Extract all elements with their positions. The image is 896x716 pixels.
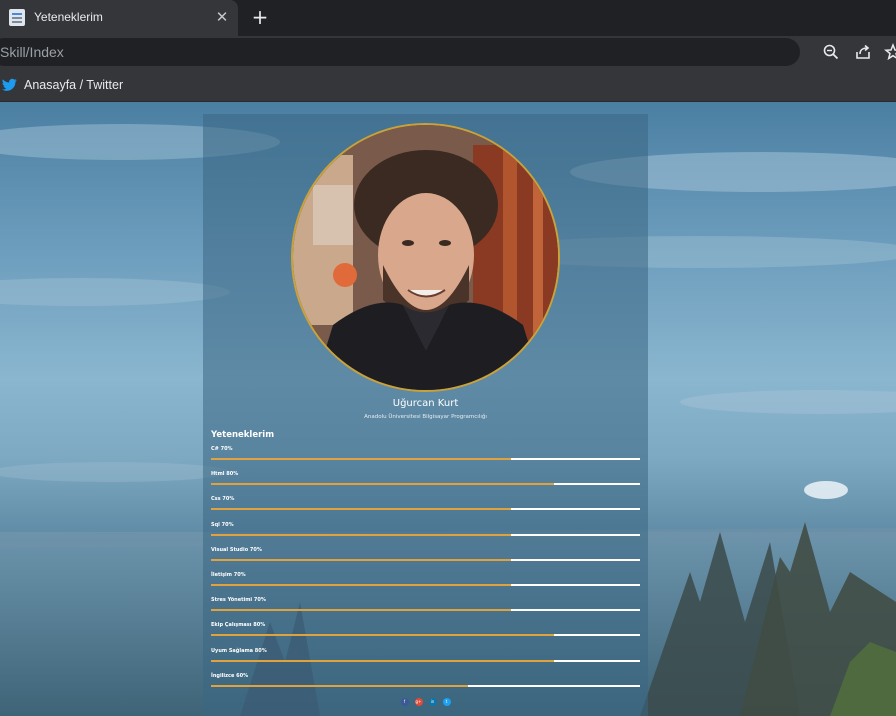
skill-progress-bar xyxy=(211,533,640,536)
skill-progress-fill xyxy=(211,583,512,586)
skill-item: Sql 70% xyxy=(211,522,640,547)
skill-item: Css 70% xyxy=(211,496,640,521)
skill-label: Css 70% xyxy=(211,496,235,503)
skill-label: C# 70% xyxy=(211,446,233,452)
skill-label: Uyum Sağlama 80% xyxy=(211,647,267,654)
skill-progress-fill xyxy=(211,634,555,637)
skill-progress-bar xyxy=(211,684,640,687)
page-favicon-icon xyxy=(9,9,25,26)
skill-progress-bar xyxy=(211,508,640,511)
page-viewport: Uğurcan Kurt Anadolu Üniversitesi Bilgis… xyxy=(0,102,896,716)
skill-progress-fill xyxy=(211,483,555,486)
skill-progress-bar xyxy=(211,558,640,561)
bookmark-label: Anasayfa / Twitter xyxy=(24,78,124,92)
skill-item: C# 70% xyxy=(211,446,640,471)
address-bar[interactable]: Skill/Index xyxy=(0,38,800,66)
new-tab-icon[interactable]: + xyxy=(250,5,270,29)
profile-photo xyxy=(291,123,560,392)
skill-label: İletişim 70% xyxy=(211,571,246,578)
skill-label: Visual Studio 70% xyxy=(211,546,262,553)
skill-progress-fill xyxy=(211,558,512,561)
skill-progress-fill xyxy=(211,508,512,511)
skill-item: Html 80% xyxy=(211,471,640,496)
twitter-icon[interactable]: t xyxy=(442,698,451,706)
skill-progress-fill xyxy=(211,684,469,687)
skills-list: C# 70% Html 80% Css 70% Sql 70% Visual Studi… xyxy=(211,446,640,698)
skill-progress-fill xyxy=(211,609,512,612)
skill-item: Stres Yönetimi 70% xyxy=(211,597,640,622)
skill-item: İngilizce 60% xyxy=(211,673,640,698)
skill-progress-fill xyxy=(211,533,512,536)
browser-toolbar: Skill/Index xyxy=(0,36,896,67)
bookmark-twitter[interactable]: Anasayfa / Twitter xyxy=(0,74,123,96)
tab-title: Yeteneklerim xyxy=(34,10,103,24)
address-text[interactable]: Skill/Index xyxy=(0,44,64,60)
skill-progress-fill xyxy=(211,458,512,460)
facebook-icon[interactable]: f xyxy=(400,698,409,706)
bookmarks-bar: Anasayfa / Twitter xyxy=(0,67,896,102)
twitter-icon xyxy=(2,77,17,91)
zoom-icon[interactable] xyxy=(822,43,840,61)
browser-tab[interactable]: Yeteneklerim ✕ xyxy=(0,0,238,36)
close-tab-icon[interactable]: ✕ xyxy=(213,7,231,27)
skill-progress-bar xyxy=(211,609,640,612)
share-icon[interactable] xyxy=(854,43,872,61)
linkedin-icon[interactable]: in xyxy=(428,698,437,706)
skill-progress-bar xyxy=(211,458,640,460)
skill-progress-bar xyxy=(211,659,640,662)
skill-progress-bar xyxy=(211,483,640,486)
google-plus-icon[interactable]: g+ xyxy=(414,698,423,706)
skill-item: İletişim 70% xyxy=(211,572,640,597)
skill-progress-bar xyxy=(211,634,640,637)
skill-progress-fill xyxy=(211,659,555,662)
skills-heading: Yeteneklerim xyxy=(211,430,275,440)
skill-label: Ekip Çalışması 80% xyxy=(211,622,266,629)
skill-item: Visual Studio 70% xyxy=(211,547,640,572)
skill-label: Html 80% xyxy=(211,471,239,478)
skill-item: Uyum Sağlama 80% xyxy=(211,648,640,673)
tab-strip: Yeteneklerim ✕ + xyxy=(0,0,896,36)
skill-item: Ekip Çalışması 80% xyxy=(211,622,640,647)
skill-label: Stres Yönetimi 70% xyxy=(211,597,266,604)
bookmark-star-icon[interactable] xyxy=(884,42,896,61)
social-links: f g+ in t xyxy=(203,698,648,706)
person-name: Uğurcan Kurt xyxy=(392,398,459,409)
skill-progress-bar xyxy=(211,583,640,586)
person-subtitle: Anadolu Üniversitesi Bilgisayar Programc… xyxy=(364,414,487,420)
profile-card: Uğurcan Kurt Anadolu Üniversitesi Bilgis… xyxy=(203,114,648,716)
skill-label: Sql 70% xyxy=(211,521,234,528)
skill-label: İngilizce 60% xyxy=(211,672,249,679)
